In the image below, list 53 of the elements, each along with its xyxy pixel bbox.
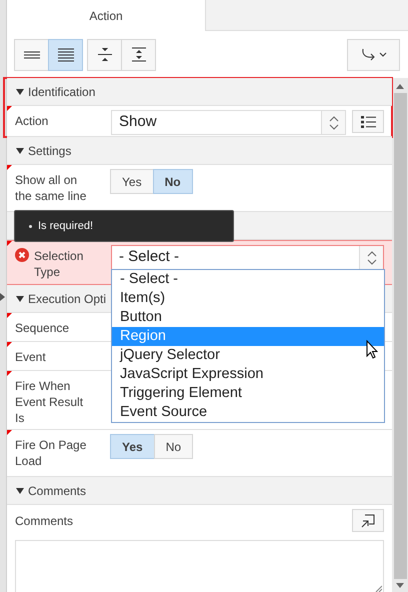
section-header[interactable]: Settings [7, 137, 392, 165]
lines-icon [58, 46, 74, 62]
field-label: Show all on the same line [15, 172, 88, 204]
comments-field[interactable] [15, 540, 384, 592]
dropdown-option[interactable]: - Select - [112, 270, 384, 289]
dropdown-option[interactable]: Triggering Element [112, 384, 384, 403]
field-label: Sequence [15, 320, 70, 336]
section-header[interactable]: Identification [7, 78, 392, 106]
list-icon [360, 116, 376, 128]
field-label: Fire When Event Result Is [15, 378, 84, 426]
tooltip-text: Is required! [38, 220, 94, 232]
dropdown-option[interactable]: jQuery Selector [112, 346, 384, 365]
section-title: Comments [28, 484, 86, 498]
dropdown-option[interactable]: Item(s) [112, 289, 384, 308]
expand-button[interactable] [352, 509, 384, 532]
section-title: Identification [28, 84, 96, 98]
field-label: Fire On Page Load [15, 437, 88, 469]
dropdown-option[interactable]: Button [112, 308, 384, 327]
up-arrow-icon[interactable] [396, 84, 404, 89]
down-arrow-icon[interactable] [396, 583, 404, 588]
cursor-icon [366, 340, 378, 359]
select-field[interactable]: Show [111, 110, 346, 135]
section-title: Execution Opti [28, 292, 106, 306]
toolbar-button[interactable] [87, 38, 122, 70]
chevron-up-down-icon [366, 250, 376, 264]
collapse-icon [98, 47, 112, 62]
field-label: Event [15, 349, 47, 365]
caret-icon[interactable] [0, 293, 5, 301]
section-title: Settings [28, 144, 72, 158]
expand-icon [361, 514, 375, 528]
dropdown-option[interactable]: Event Source [112, 403, 384, 422]
expand-icon [132, 47, 146, 62]
toggle-option[interactable]: Yes [110, 169, 154, 194]
scrollbar[interactable] [392, 78, 408, 592]
resize-grip-icon[interactable] [375, 585, 382, 592]
toggle-option[interactable]: Yes [110, 434, 155, 459]
field-label: Selection Type [34, 248, 84, 280]
field-label: Comments [15, 514, 74, 528]
section-header[interactable]: Is required! [7, 212, 392, 240]
list-button[interactable] [352, 110, 384, 133]
field-label: Action [15, 113, 50, 129]
bullet-icon [29, 224, 32, 228]
chevron-up-down-icon [328, 116, 338, 130]
tab[interactable]: Action [7, 0, 206, 31]
dropdown-option[interactable]: JavaScript Expression [112, 365, 384, 384]
arrow-icon [360, 47, 386, 62]
toolbar-button[interactable] [48, 38, 83, 70]
toggle-option[interactable]: No [154, 434, 194, 459]
section-header[interactable]: Comments [7, 477, 392, 505]
scroll-thumb[interactable] [394, 93, 406, 579]
toggle-option[interactable]: No [152, 169, 193, 194]
toolbar-button[interactable] [14, 38, 49, 70]
toolbar-button[interactable] [121, 38, 156, 70]
